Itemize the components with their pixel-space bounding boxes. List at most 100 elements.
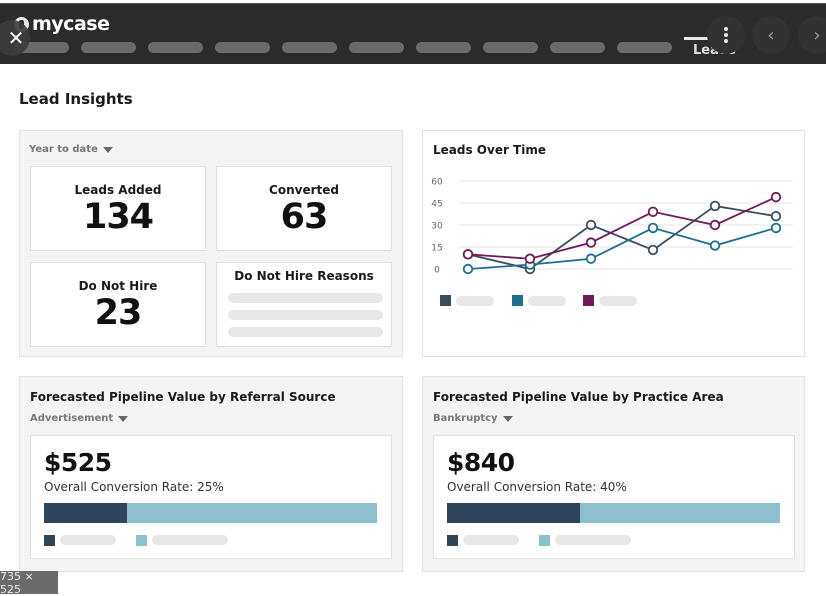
stat-value: 134 (82, 197, 154, 237)
stat-value: 63 (280, 197, 329, 237)
conversion-bar-fill (447, 503, 581, 523)
data-point[interactable] (462, 249, 474, 260)
page-title: Lead Insights (19, 90, 133, 108)
legend-swatch (583, 295, 594, 306)
referral-value-card: $525 Overall Conversion Rate: 25% (30, 435, 392, 559)
summary-panel: Year to date Leads Added 134 Converted 6… (19, 130, 403, 357)
stat-label: Do Not Hire (78, 279, 158, 293)
nav-tab-placeholder[interactable] (282, 42, 337, 53)
kebab-icon-dot (724, 33, 728, 37)
previous-button[interactable]: ‹ (752, 16, 790, 54)
data-point[interactable] (709, 200, 721, 212)
series-line-1 (467, 226, 777, 270)
close-icon: ✕ (7, 26, 25, 50)
nav-tab-placeholder[interactable] (550, 42, 605, 53)
referral-source-value: Advertisement (30, 413, 114, 424)
conversion-rate-text: Overall Conversion Rate: 25% (44, 480, 224, 494)
placeholder-line (228, 327, 383, 337)
stat-card-leads-added: Leads Added 134 (30, 166, 206, 251)
kebab-icon-dot (724, 27, 728, 31)
date-range-dropdown[interactable]: Year to date (29, 144, 113, 155)
legend-label-placeholder (555, 535, 631, 545)
data-point[interactable] (585, 237, 597, 248)
legend-swatch-converted (447, 535, 458, 546)
conversion-rate-text: Overall Conversion Rate: 40% (447, 480, 627, 494)
practice-area-panel: Forecasted Pipeline Value by Practice Ar… (422, 376, 805, 572)
y-tick-label: 15 (431, 244, 442, 254)
data-point[interactable] (709, 219, 721, 231)
caret-down-icon (102, 146, 113, 153)
legend-swatch-converted (44, 535, 55, 546)
stat-card-do-not-hire: Do Not Hire 23 (30, 262, 206, 347)
legend-swatch (512, 295, 523, 306)
data-point[interactable] (585, 253, 597, 264)
legend-label-placeholder (152, 535, 228, 545)
legend-swatch (440, 295, 451, 306)
nav-tab-placeholder[interactable] (617, 42, 672, 53)
do-not-hire-reasons-card: Do Not Hire Reasons (216, 262, 392, 347)
data-point[interactable] (770, 191, 782, 203)
top-navigation-bar: mycase Leads ‹ › (0, 3, 826, 64)
caret-down-icon (118, 415, 129, 422)
referral-source-dropdown[interactable]: Advertisement (30, 413, 129, 424)
data-point[interactable] (524, 253, 536, 264)
image-size-badge: 735 × 525 (0, 570, 58, 596)
nav-tab-placeholder[interactable] (215, 42, 270, 53)
legend-swatch-remaining (136, 535, 147, 546)
practice-area-dropdown[interactable]: Bankruptcy (433, 413, 513, 424)
data-point[interactable] (770, 210, 782, 222)
data-point[interactable] (585, 219, 597, 231)
nav-tab-placeholder[interactable] (148, 42, 203, 53)
series-line-0 (467, 204, 777, 270)
legend-swatch-remaining (539, 535, 550, 546)
stat-card-converted: Converted 63 (216, 166, 392, 251)
caret-down-icon (502, 415, 513, 422)
data-point[interactable] (647, 222, 659, 234)
practice-value-card: $840 Overall Conversion Rate: 40% (433, 435, 795, 559)
nav-tab-placeholder[interactable] (483, 42, 538, 53)
y-tick-label: 60 (431, 178, 443, 188)
practice-area-value: Bankruptcy (433, 413, 498, 424)
data-point[interactable] (770, 222, 782, 234)
next-button[interactable]: › (798, 16, 826, 54)
nav-tab-placeholder[interactable] (349, 42, 404, 53)
stat-value: 23 (94, 293, 143, 333)
placeholder-line (228, 310, 383, 320)
nav-tab-placeholder[interactable] (416, 42, 471, 53)
conversion-bar (447, 503, 780, 523)
leads-over-time-panel: Leads Over Time 0 15 30 45 60 (422, 130, 805, 357)
pipeline-amount: $840 (447, 448, 515, 477)
date-range-value: Year to date (29, 144, 98, 155)
referral-panel-title: Forecasted Pipeline Value by Referral So… (30, 390, 336, 404)
data-point[interactable] (462, 263, 474, 275)
legend-label-placeholder (599, 296, 637, 306)
stat-label: Leads Added (74, 183, 162, 197)
reasons-title: Do Not Hire Reasons (234, 269, 374, 283)
data-point[interactable] (709, 240, 721, 251)
y-tick-label: 30 (431, 222, 443, 232)
conversion-bar (44, 503, 377, 523)
conversion-bar-fill (44, 503, 128, 523)
placeholder-line (228, 293, 383, 303)
referral-source-panel: Forecasted Pipeline Value by Referral So… (19, 376, 403, 572)
nav-tabs-placeholder (14, 42, 672, 53)
data-point[interactable] (647, 244, 659, 256)
stat-label: Converted (269, 183, 339, 197)
series-line-2 (467, 196, 777, 260)
practice-panel-title: Forecasted Pipeline Value by Practice Ar… (433, 390, 724, 404)
data-point[interactable] (647, 206, 659, 218)
legend-label-placeholder (463, 535, 519, 545)
more-options-button[interactable] (707, 16, 745, 54)
legend-label-placeholder (456, 296, 494, 306)
kebab-icon-dot (724, 39, 728, 43)
legend-label-placeholder (60, 535, 116, 545)
brand-name: mycase (32, 13, 110, 35)
leads-line-chart: 0 15 30 45 60 (431, 178, 793, 306)
legend-label-placeholder (528, 296, 566, 306)
chevron-left-icon: ‹ (767, 24, 775, 46)
y-tick-label: 45 (431, 200, 442, 210)
nav-tab-placeholder[interactable] (81, 42, 136, 53)
chevron-right-icon: › (813, 24, 821, 46)
y-tick-label: 0 (434, 266, 440, 276)
pipeline-amount: $525 (44, 448, 112, 477)
